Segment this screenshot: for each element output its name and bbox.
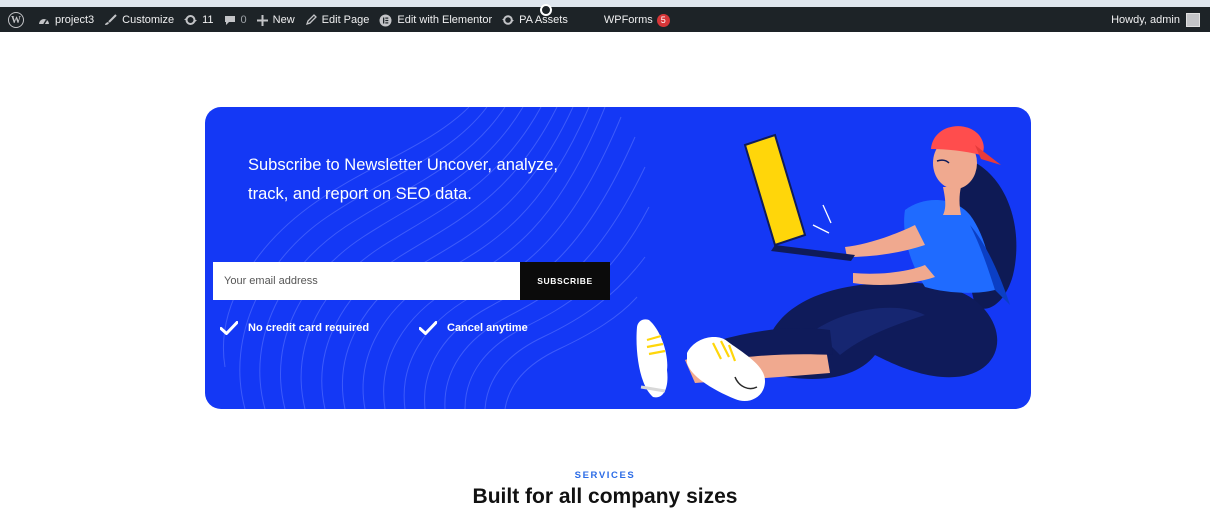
howdy-label: Howdy, admin — [1111, 14, 1180, 26]
wpforms-label: WPForms — [603, 14, 653, 26]
perk-1-label: No credit card required — [248, 322, 370, 334]
admin-bar-left: W project3 Customize 11 0 New Edit Page … — [8, 10, 680, 30]
wpforms-menu[interactable]: WPForms 5 — [603, 13, 670, 27]
pa-assets-menu[interactable]: PA Assets — [502, 14, 568, 26]
comments-menu[interactable]: 0 — [224, 14, 247, 26]
edit-with-elementor-menu[interactable]: Edit with Elementor — [379, 14, 492, 27]
browser-top-strip — [0, 0, 1210, 7]
services-eyebrow: SERVICES — [574, 470, 636, 481]
customize-label: Customize — [122, 14, 175, 26]
pa-assets-refresh-icon — [502, 15, 515, 25]
edit-page-menu[interactable]: Edit Page — [305, 14, 370, 26]
new-label: New — [272, 14, 295, 26]
comments-count: 0 — [240, 14, 247, 26]
person-with-laptop-illustration — [636, 126, 1017, 401]
newsletter-headline: Subscribe to Newsletter Uncover, analyze… — [248, 156, 558, 203]
comment-bubble-icon — [224, 15, 235, 25]
updates-menu[interactable]: 11 — [184, 14, 214, 26]
my-account-menu[interactable]: Howdy, admin — [1111, 10, 1200, 30]
wpforms-notification-badge: 5 — [656, 13, 670, 27]
services-title: Built for all company sizes — [472, 485, 738, 508]
paintbrush-icon — [105, 14, 117, 25]
perk-2-label: Cancel anytime — [447, 322, 528, 334]
customize-menu[interactable]: Customize — [104, 14, 174, 26]
plus-icon — [256, 14, 268, 26]
elementor-logo-icon — [379, 14, 392, 26]
perk-cancel-anytime: Cancel anytime — [419, 321, 528, 335]
wp-admin-bar: W project3 Customize 11 0 New Edit Page … — [0, 0, 1210, 32]
edit-page-label: Edit Page — [321, 14, 370, 26]
dashboard-gauge-icon — [39, 19, 49, 25]
site-name-menu[interactable]: project3 — [38, 14, 94, 26]
perk-no-credit-card: No credit card required — [220, 321, 369, 335]
site-name-label: project3 — [55, 14, 95, 26]
subscribe-button[interactable]: SUBSCRIBE — [520, 262, 610, 300]
newsletter-card: Subscribe to Newsletter Uncover, analyze… — [205, 107, 1031, 409]
checkmark-icon — [220, 321, 238, 335]
floating-cursor-icon — [540, 4, 552, 16]
wordpress-logo-icon[interactable]: W — [8, 12, 24, 28]
email-input[interactable] — [213, 262, 520, 300]
updates-count: 11 — [202, 14, 214, 26]
checkmark-icon — [419, 321, 437, 335]
edit-elementor-label: Edit with Elementor — [397, 14, 493, 26]
pencil-icon — [305, 14, 317, 26]
updates-refresh-icon — [184, 15, 198, 25]
avatar — [1186, 13, 1200, 27]
new-content-menu[interactable]: New — [256, 14, 295, 26]
